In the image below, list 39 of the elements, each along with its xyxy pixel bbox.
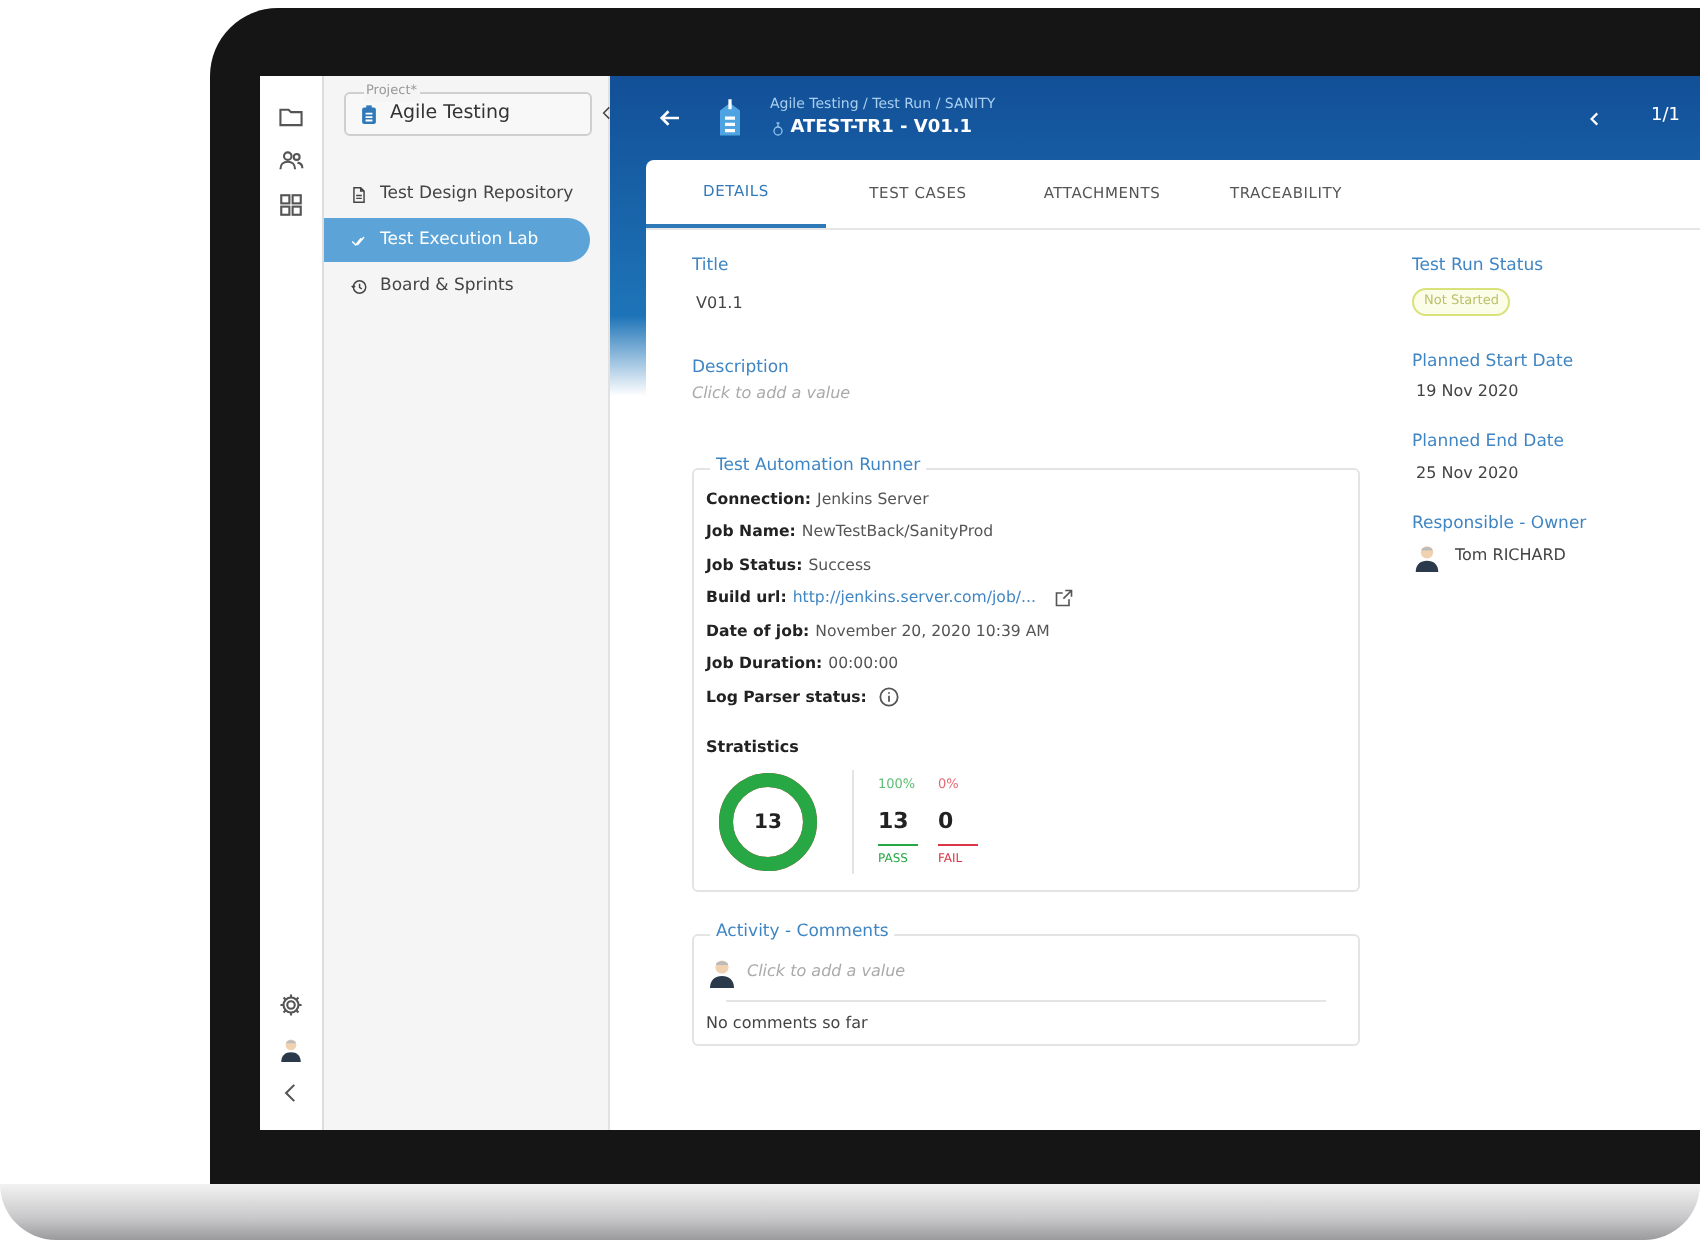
- avatar-icon: [278, 1036, 304, 1062]
- avatar-icon: [706, 956, 738, 988]
- external-link-icon[interactable]: [1053, 588, 1074, 609]
- panel-title: Test Automation Runner: [710, 457, 927, 474]
- stat-count: 13: [878, 805, 911, 838]
- grid-icon[interactable]: [278, 192, 304, 218]
- avatar-icon: [1412, 541, 1442, 572]
- sidebar-item[interactable]: Board & Sprints: [324, 264, 590, 308]
- sidebar-item[interactable]: Test Execution Lab: [324, 218, 590, 262]
- empty-message: No comments so far: [706, 1012, 870, 1036]
- field-value: V01.1: [696, 291, 745, 316]
- field-label: Planned End Date: [1412, 430, 1566, 456]
- history-icon: [350, 277, 368, 295]
- folder-icon[interactable]: [278, 104, 304, 130]
- record-title: ATEST-TR1 - V01.1: [790, 115, 973, 141]
- settings-icon[interactable]: [278, 992, 304, 1018]
- pager-count: 1/1: [1651, 104, 1680, 131]
- info-icon[interactable]: [878, 686, 901, 709]
- stat-count: 0: [938, 805, 956, 838]
- users-icon[interactable]: [278, 148, 304, 174]
- previous-chevron-icon[interactable]: [1585, 109, 1604, 127]
- stopwatch-icon: [770, 119, 786, 138]
- field-label: Description: [692, 355, 791, 381]
- clipboard-icon: [358, 101, 380, 127]
- field-label: Responsible - Owner: [1412, 512, 1587, 538]
- field-label: Test Run Status: [1412, 254, 1546, 280]
- project-name: Agile Testing: [390, 99, 513, 128]
- panel-title: Activity - Comments: [710, 924, 895, 941]
- sidebar-item[interactable]: Test Design Repository: [324, 172, 590, 216]
- back-arrow-icon[interactable]: [658, 106, 682, 130]
- field-label: Planned Start Date: [1412, 349, 1576, 375]
- donut-total: 13: [752, 810, 784, 838]
- field-label: Title: [692, 254, 731, 280]
- owner-name: Tom RICHARD: [1455, 544, 1566, 569]
- document-icon: [350, 185, 368, 203]
- field-value: 25 Nov 2020: [1416, 462, 1521, 486]
- field-value: 19 Nov 2020: [1416, 380, 1521, 405]
- section-title: Stratistics: [706, 736, 801, 760]
- check-icon: [350, 231, 368, 249]
